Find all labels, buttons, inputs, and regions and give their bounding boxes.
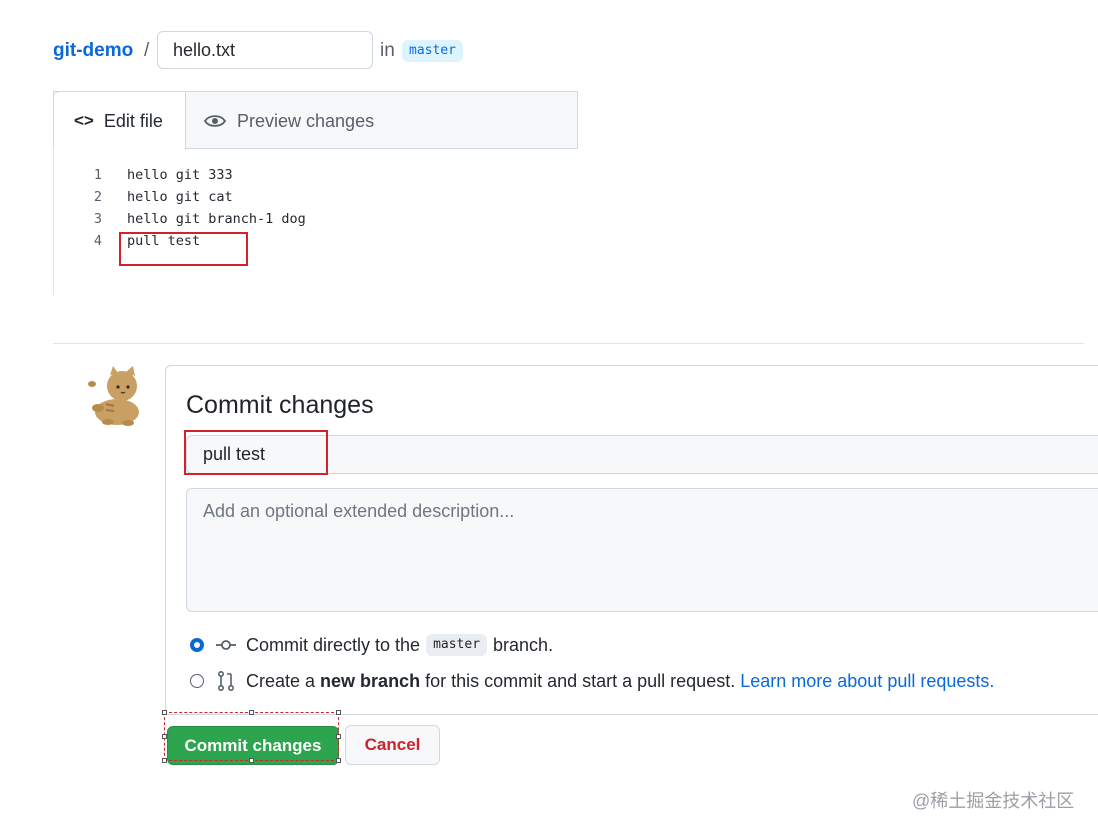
commit-title: Commit changes xyxy=(186,391,374,419)
create-branch-option[interactable]: Create a new branch for this commit and … xyxy=(190,668,994,694)
line-number: 4 xyxy=(93,233,102,249)
tab-preview-changes-label: Preview changes xyxy=(237,110,375,131)
radio-create-branch[interactable] xyxy=(190,674,204,688)
filename-input[interactable]: hello.txt xyxy=(157,31,373,69)
create-branch-prefix: Create a xyxy=(246,670,316,691)
line-number: 3 xyxy=(93,211,102,227)
branch-badge: master xyxy=(426,634,488,656)
cancel-button[interactable]: Cancel xyxy=(345,725,440,765)
tab-edit-file-label: Edit file xyxy=(103,110,163,131)
create-branch-bold: new branch xyxy=(320,670,421,691)
learn-more-link[interactable]: Learn more about pull requests. xyxy=(740,671,994,692)
selection-handle xyxy=(336,758,341,763)
radio-commit-direct[interactable] xyxy=(190,638,204,652)
git-commit-icon xyxy=(216,639,236,651)
repo-link[interactable]: git-demo xyxy=(53,40,133,62)
editor-tabs: <> Edit file Preview changes xyxy=(53,91,578,150)
line-text: hello git cat xyxy=(127,189,233,205)
in-label: in xyxy=(380,40,395,61)
selection-handle xyxy=(336,710,341,715)
line-text: hello git 333 xyxy=(127,167,233,183)
avatar xyxy=(88,366,139,426)
create-branch-suffix: for this commit and start a pull request… xyxy=(425,670,736,691)
selection-handle xyxy=(162,758,167,763)
editor-divider xyxy=(53,343,1084,344)
tab-edit-file[interactable]: <> Edit file xyxy=(54,91,186,150)
eye-icon xyxy=(204,115,226,127)
selection-handle xyxy=(162,734,167,739)
selection-handle xyxy=(336,734,341,739)
line-number: 2 xyxy=(93,189,102,205)
tab-preview-changes[interactable]: Preview changes xyxy=(204,92,374,150)
code-icon: <> xyxy=(74,111,94,130)
commit-direct-suffix: branch. xyxy=(493,634,554,655)
annotation-highlight-box xyxy=(184,430,328,475)
commit-direct-option[interactable]: Commit directly to the master branch. xyxy=(190,632,553,658)
file-editor: <> Edit file Preview changes 1 hello git… xyxy=(53,91,1098,344)
commit-description-input[interactable]: Add an optional extended description... xyxy=(186,488,1098,612)
watermark: @稀土掘金技术社区 xyxy=(912,791,1075,811)
annotation-highlight-box xyxy=(119,232,248,266)
line-number: 1 xyxy=(93,167,102,183)
branch-badge: master xyxy=(402,40,463,62)
git-pull-request-icon xyxy=(216,671,236,691)
breadcrumb-separator: / xyxy=(144,40,150,61)
selection-handle xyxy=(249,710,254,715)
line-text: hello git branch-1 dog xyxy=(127,211,306,227)
selection-handle xyxy=(162,710,167,715)
code-area[interactable]: 1 hello git 333 2 hello git cat 3 hello … xyxy=(53,149,579,295)
annotation-selection-box xyxy=(164,712,339,761)
commit-direct-text: Commit directly to the xyxy=(246,634,421,655)
selection-handle xyxy=(249,758,254,763)
